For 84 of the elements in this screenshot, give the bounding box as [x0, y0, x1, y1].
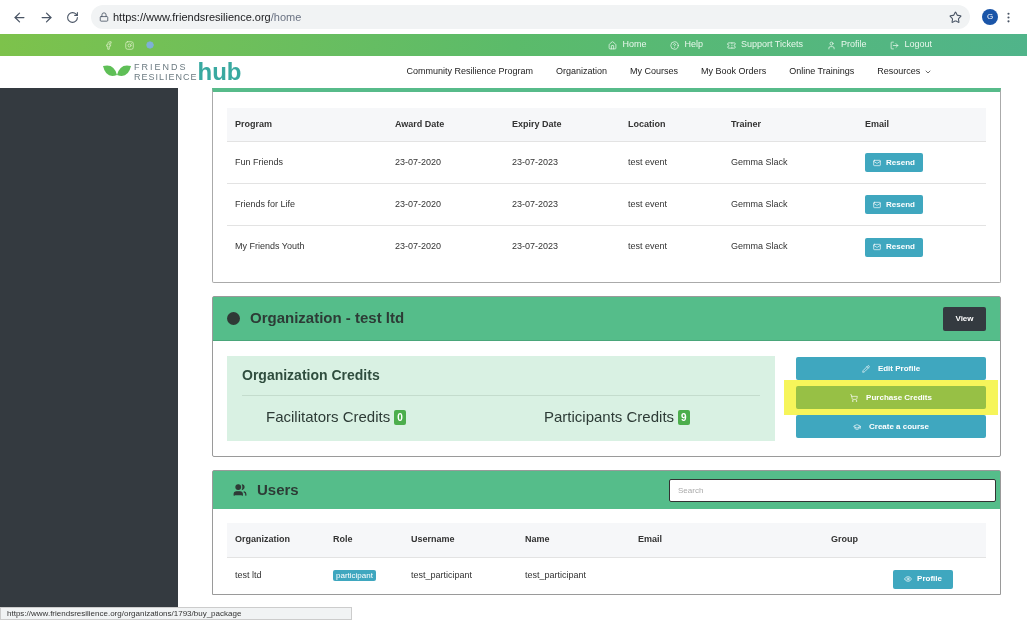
cart-icon	[850, 393, 859, 402]
user-icon	[826, 40, 836, 50]
mail-icon	[873, 200, 882, 209]
table-cell-text: 23-07-2020	[395, 155, 443, 169]
nav-link[interactable]: Organization	[556, 65, 608, 79]
nav-link[interactable]: My Book Orders	[701, 65, 767, 79]
action-button[interactable]: Edit Profile	[796, 357, 986, 380]
table-cell-text: 23-07-2020	[395, 197, 443, 211]
eye-icon	[904, 575, 913, 583]
column-header: Trainer	[731, 117, 762, 131]
top-link[interactable]: Help	[670, 38, 703, 52]
table-cell-text: 23-07-2020	[395, 240, 443, 254]
top-link[interactable]: Logout	[890, 38, 932, 52]
profile-avatar[interactable]: G	[982, 9, 998, 25]
column-header: Program	[235, 117, 273, 131]
view-button[interactable]: View	[943, 306, 986, 331]
credits-label: Facilitators Credits	[266, 407, 391, 427]
table-cell-text: Gemma Slack	[731, 197, 789, 211]
table-cell-text: test_participant	[525, 569, 588, 583]
nav-link[interactable]: My Courses	[630, 65, 679, 79]
back-icon[interactable]	[12, 9, 27, 25]
logo-text: FRIENDS	[134, 62, 189, 72]
table-cell-text: Gemma Slack	[731, 155, 789, 169]
logo-text: RESILIENCE	[134, 72, 198, 82]
reload-icon[interactable]	[66, 10, 79, 24]
table-cell-text: test_participant	[411, 569, 474, 583]
table-cell-text: test ltd	[235, 569, 263, 583]
nav-link[interactable]: Community Resilience Program	[406, 65, 534, 79]
card-title: Organization - test ltd	[250, 308, 405, 329]
help-icon	[670, 40, 680, 50]
ticket-icon	[726, 40, 736, 50]
graduation-cap-icon	[853, 422, 861, 431]
column-header: Role	[333, 533, 354, 547]
pencil-icon	[861, 364, 870, 373]
nav-link[interactable]: Resources	[877, 65, 933, 79]
column-header: Organization	[235, 533, 291, 547]
table-cell-text: Friends for Life	[235, 197, 297, 211]
action-button[interactable]: Create a course	[796, 415, 986, 438]
resend-button[interactable]: Resend	[865, 237, 923, 257]
column-header: Name	[525, 533, 551, 547]
users-icon	[233, 483, 247, 497]
home-icon	[608, 40, 618, 50]
search-field[interactable]: Search	[669, 478, 996, 502]
credits-title: Organization Credits	[242, 365, 760, 396]
lock-icon	[99, 12, 109, 22]
column-header: Expiry Date	[512, 117, 563, 131]
card-title: Users	[257, 479, 299, 500]
forward-icon[interactable]	[39, 9, 54, 25]
column-header: Location	[628, 117, 667, 131]
bookmark-icon[interactable]	[949, 10, 962, 24]
table-cell-text: My Friends Youth	[235, 240, 306, 254]
url-text: https://www.friendsresilience.org/home	[113, 9, 302, 25]
resend-button[interactable]: Resend	[865, 153, 923, 172]
column-header: Group	[831, 533, 859, 547]
count-badge: 0	[394, 409, 406, 425]
nav-link[interactable]: Online Trainings	[789, 65, 855, 79]
table-cell-text: test event	[628, 197, 669, 211]
org-icon	[227, 312, 240, 325]
profile-button[interactable]: Profile	[893, 569, 953, 589]
mail-icon	[873, 158, 882, 167]
table-cell-text: 23-07-2023	[512, 197, 560, 211]
action-button[interactable]: Purchase Credits	[796, 386, 986, 409]
table-cell-text: test event	[628, 155, 669, 169]
table-cell-text: 23-07-2023	[512, 240, 560, 254]
resend-button[interactable]: Resend	[865, 195, 923, 214]
top-link[interactable]: Support Tickets	[726, 38, 803, 52]
mail-icon	[873, 243, 882, 251]
credits-label: Participants Credits	[544, 407, 675, 427]
column-header: Email	[638, 533, 663, 547]
top-link[interactable]: Profile	[826, 38, 867, 52]
column-header: Username	[411, 533, 456, 547]
column-header: Email	[865, 117, 890, 131]
role-badge: participant	[333, 570, 376, 582]
status-url: https://www.friendsresilience.org/organizations/1793/buy_package	[0, 607, 352, 620]
table-cell-text: test event	[628, 240, 669, 254]
logout-icon	[890, 40, 900, 50]
table-cell-text: Fun Friends	[235, 155, 285, 169]
count-badge: 9	[678, 409, 690, 425]
address-bar[interactable]: https://www.friendsresilience.org/home	[91, 5, 970, 29]
table-cell-text: Gemma Slack	[731, 240, 789, 254]
top-link[interactable]: Home	[608, 38, 647, 52]
column-header: Award Date	[395, 117, 446, 131]
table-cell-text: 23-07-2023	[512, 155, 560, 169]
logo-word: hub	[197, 62, 242, 82]
